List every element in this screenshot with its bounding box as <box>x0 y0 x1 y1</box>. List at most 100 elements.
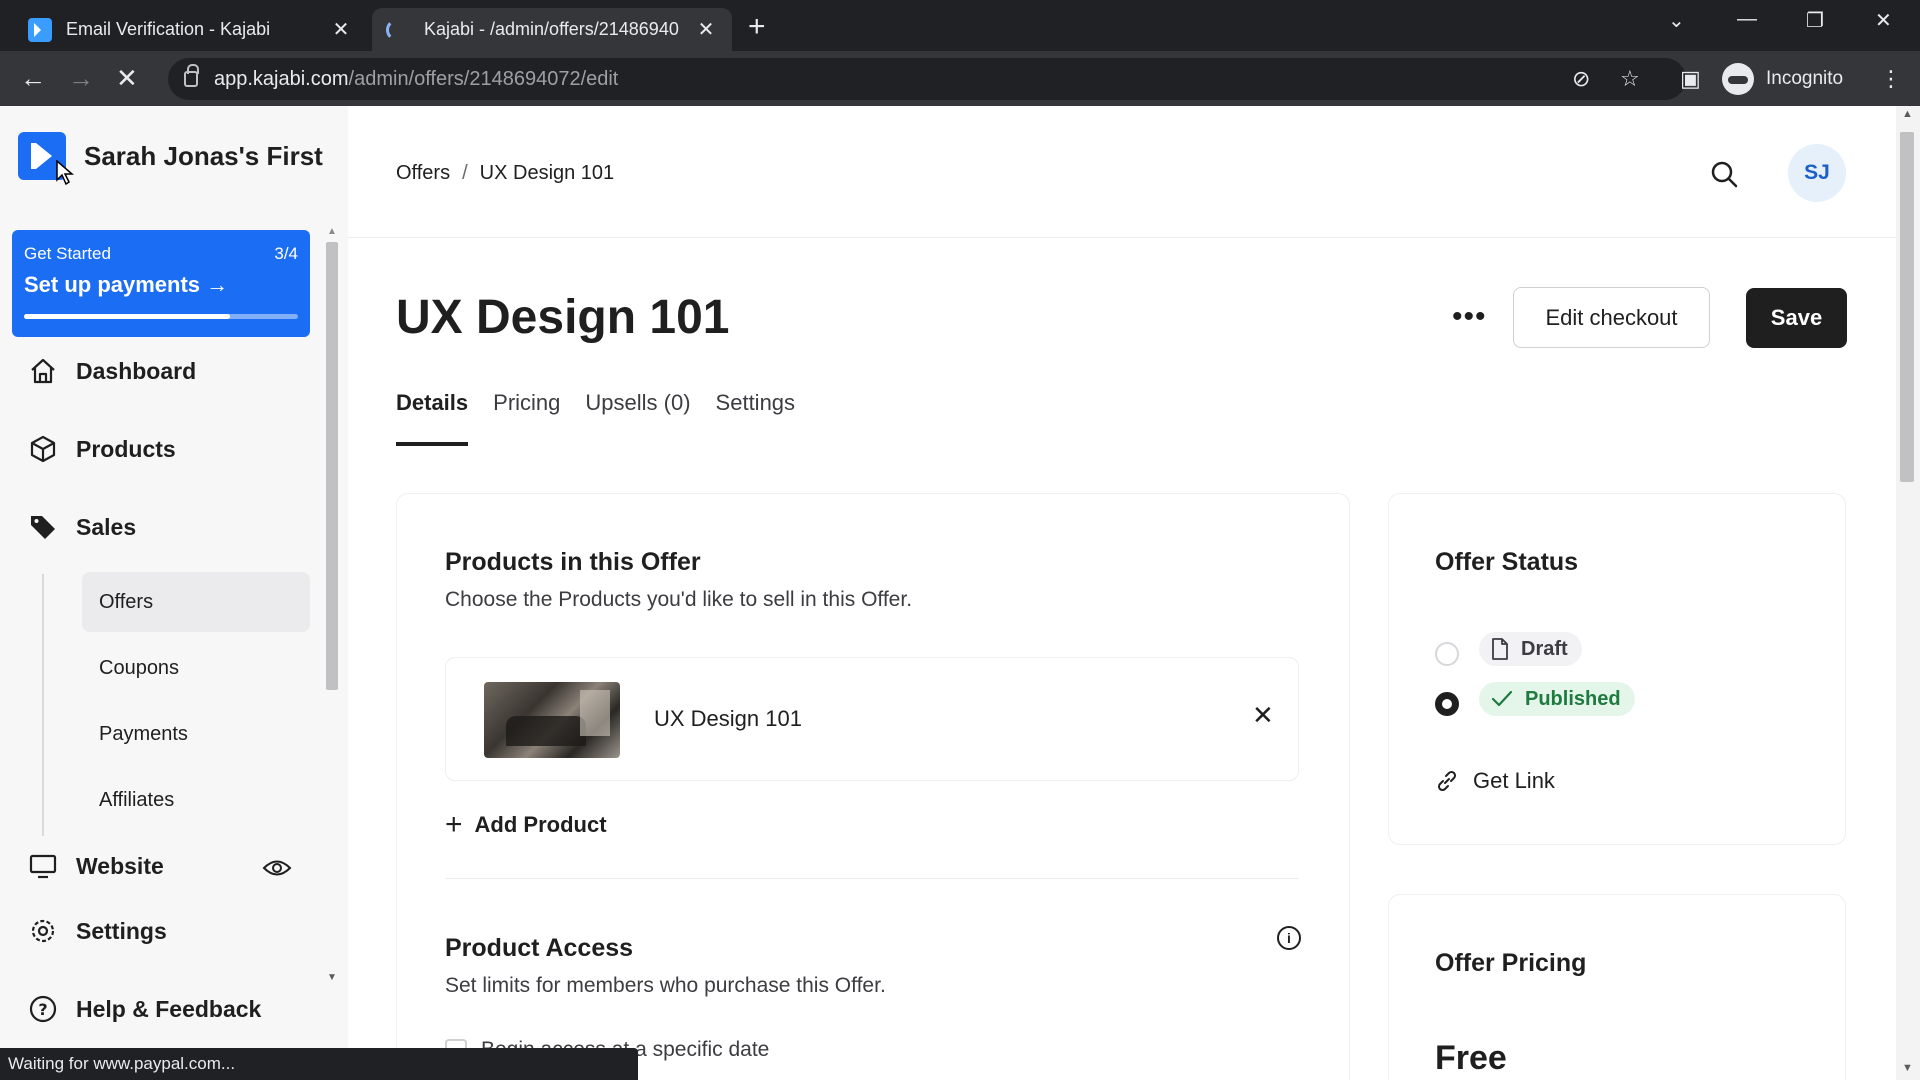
sidebar-item-sales[interactable]: Sales <box>28 512 136 542</box>
close-tab-icon[interactable]: ✕ <box>329 17 353 42</box>
scroll-up-icon[interactable]: ▲ <box>1902 108 1913 120</box>
browser-tab-email-verification[interactable]: Email Verification - Kajabi ✕ <box>14 8 367 51</box>
browser-tab-bar: Email Verification - Kajabi ✕ Kajabi - /… <box>0 0 1920 51</box>
sidebar-item-products[interactable]: Products <box>28 434 176 464</box>
forward-arrow-icon[interactable]: → <box>68 63 94 94</box>
browser-menu-icon[interactable]: ⋮ <box>1880 66 1902 92</box>
remove-product-icon[interactable]: ✕ <box>1252 700 1274 731</box>
get-started-progress-fill <box>24 314 230 319</box>
product-name: UX Design 101 <box>654 706 802 731</box>
more-options-button[interactable]: ••• <box>1452 300 1487 334</box>
published-status-pill[interactable]: Published <box>1479 682 1635 716</box>
sidebar-subitem-label: Offers <box>99 590 154 613</box>
tab-search-icon[interactable]: ⌄ <box>1668 8 1685 33</box>
plus-icon: + <box>445 808 463 841</box>
sidebar-subitem-coupons[interactable]: Coupons <box>82 638 310 698</box>
eye-icon[interactable] <box>262 857 292 879</box>
sidebar-item-help[interactable]: ? Help & Feedback <box>28 994 261 1024</box>
page-scrollbar-thumb[interactable] <box>1900 132 1914 482</box>
tab-settings[interactable]: Settings <box>716 390 796 446</box>
close-window-button[interactable]: ✕ <box>1875 8 1892 33</box>
close-tab-icon[interactable]: ✕ <box>694 17 718 42</box>
products-card-title: Products in this Offer <box>445 548 701 576</box>
page-title: UX Design 101 <box>396 291 730 344</box>
offer-pricing-title: Offer Pricing <box>1435 949 1587 977</box>
add-product-label: Add Product <box>474 812 607 837</box>
home-icon <box>31 358 55 384</box>
draft-status-pill[interactable]: Draft <box>1479 632 1582 666</box>
sidebar-subitem-offers[interactable]: Offers <box>82 572 310 632</box>
get-started-progress-bar <box>24 314 298 319</box>
tab-details[interactable]: Details <box>396 390 469 446</box>
tab-upsells[interactable]: Upsells (0) <box>585 390 690 446</box>
page-scrollbar[interactable]: ▲ ▼ <box>1896 106 1920 1080</box>
monitor-icon <box>29 854 57 879</box>
offer-pricing-card: Offer Pricing Free <box>1388 894 1846 1080</box>
get-started-cta: Set up payments → <box>24 272 298 298</box>
sidebar: Sarah Jonas's First Get Started 3/4 Set … <box>0 106 348 1080</box>
minimize-window-button[interactable]: — <box>1737 8 1757 31</box>
get-link-button[interactable]: Get Link <box>1435 768 1555 794</box>
arrow-right-icon: → <box>206 272 229 297</box>
page-header: Offers / UX Design 101 SJ <box>348 106 1896 238</box>
sidebar-item-label: Website <box>76 852 164 879</box>
breadcrumb-offers-link[interactable]: Offers <box>396 162 450 184</box>
tab-pricing[interactable]: Pricing <box>493 390 560 446</box>
link-icon <box>1437 770 1457 792</box>
offer-price: Free <box>1435 1039 1507 1077</box>
lock-icon <box>184 64 199 87</box>
help-circle-icon: ? <box>29 995 57 1023</box>
sidebar-subitem-payments[interactable]: Payments <box>82 704 310 764</box>
edit-checkout-button[interactable]: Edit checkout <box>1513 287 1710 348</box>
published-radio[interactable] <box>1435 692 1459 716</box>
get-link-label: Get Link <box>1473 768 1555 793</box>
eye-off-icon[interactable]: ⊘ <box>1572 66 1590 92</box>
product-thumbnail <box>484 682 620 758</box>
sidebar-item-label: Help & Feedback <box>76 995 262 1022</box>
scroll-down-icon[interactable]: ▼ <box>1902 1062 1913 1074</box>
sidebar-item-settings[interactable]: Settings <box>28 916 167 946</box>
scroll-up-icon[interactable]: ▲ <box>327 226 337 237</box>
get-started-card[interactable]: Get Started 3/4 Set up payments → <box>12 230 310 337</box>
browser-status-bar: Waiting for www.paypal.com... <box>0 1048 638 1080</box>
incognito-icon <box>1722 63 1754 95</box>
address-bar[interactable]: app.kajabi.com/admin/offers/2148694072/e… <box>168 58 1686 100</box>
browser-tab-offers[interactable]: Kajabi - /admin/offers/21486940 ✕ <box>372 8 732 51</box>
box-icon <box>30 435 56 463</box>
offer-status-title: Offer Status <box>1435 548 1579 576</box>
draft-radio[interactable] <box>1435 642 1459 666</box>
incognito-profile-button[interactable]: Incognito <box>1722 60 1843 98</box>
browser-toolbar: ← → ✕ app.kajabi.com/admin/offers/214869… <box>0 51 1920 106</box>
save-button[interactable]: Save <box>1746 288 1847 348</box>
sidebar-scrollbar[interactable]: ▲ ▼ <box>324 226 340 996</box>
sidebar-scrollbar-thumb[interactable] <box>326 242 338 690</box>
draft-label: Draft <box>1521 637 1568 660</box>
info-icon[interactable]: i <box>1277 926 1301 950</box>
get-started-label: Get Started <box>24 244 111 263</box>
stop-loading-icon[interactable]: ✕ <box>116 63 138 94</box>
scroll-down-icon[interactable]: ▼ <box>327 972 337 983</box>
search-icon[interactable] <box>1710 160 1738 188</box>
published-label: Published <box>1525 687 1621 710</box>
add-product-button[interactable]: + Add Product <box>445 810 607 840</box>
sidebar-item-dashboard[interactable]: Dashboard <box>28 356 196 386</box>
back-arrow-icon[interactable]: ← <box>20 63 46 94</box>
tab-title: Kajabi - /admin/offers/21486940 <box>424 19 679 39</box>
sidebar-subitem-label: Payments <box>99 722 188 745</box>
site-name: Sarah Jonas's First <box>84 140 323 171</box>
url-host: app.kajabi.com <box>214 67 349 90</box>
sidebar-item-label: Settings <box>76 917 167 944</box>
new-tab-button[interactable]: + <box>748 10 766 44</box>
get-started-cta-label: Set up payments <box>24 272 201 297</box>
products-card-subtitle: Choose the Products you'd like to sell i… <box>445 588 913 611</box>
subnav-line <box>42 574 44 836</box>
svg-text:?: ? <box>38 1000 47 1019</box>
user-avatar[interactable]: SJ <box>1788 144 1846 202</box>
bookmark-star-icon[interactable]: ☆ <box>1620 66 1640 92</box>
side-panel-icon[interactable]: ▣ <box>1680 66 1701 92</box>
sidebar-item-website[interactable]: Website <box>28 851 298 881</box>
sidebar-subitem-affiliates[interactable]: Affiliates <box>82 770 310 830</box>
restore-window-button[interactable]: ❐ <box>1806 8 1824 33</box>
document-icon <box>1492 638 1508 660</box>
product-access-title: Product Access <box>445 934 634 962</box>
